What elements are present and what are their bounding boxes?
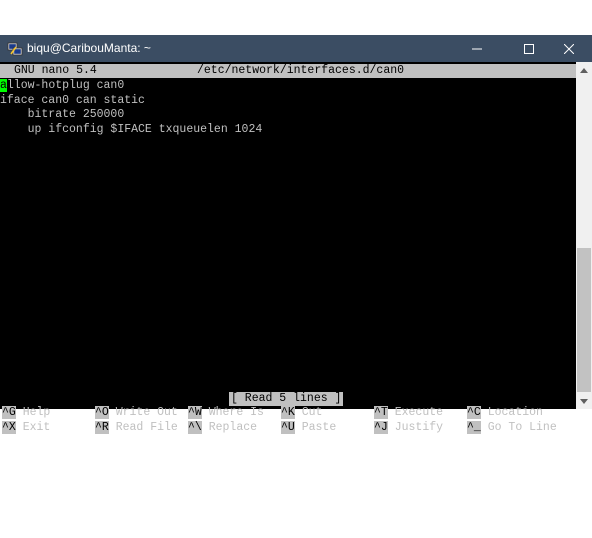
file-path: /etc/network/interfaces.d/can0 <box>197 64 405 77</box>
maximize-icon <box>524 43 534 54</box>
shortcut-write-out[interactable]: ^O Write Out <box>95 406 178 420</box>
shortcut-label: Justify <box>394 421 444 434</box>
terminal-area[interactable]: GNU nano 5.4 /etc/network/interfaces.d/c… <box>0 62 576 434</box>
nano-version: GNU nano 5.4 <box>14 64 97 77</box>
shortcut-read-file[interactable]: ^R Read File <box>95 421 178 435</box>
shortcut-go-to-line[interactable]: ^_ Go To Line <box>467 421 557 435</box>
shortcut-exit[interactable]: ^X Exit <box>2 421 50 435</box>
shortcut-label: Location <box>487 406 543 419</box>
terminal-window: biqu@CaribouManta: ~ GNU nano 5.4 /etc/n… <box>0 35 592 434</box>
shortcut-help[interactable]: ^G Help <box>2 406 50 420</box>
arrow-up-icon <box>580 67 588 73</box>
shortcut-label: Paste <box>301 421 337 434</box>
shortcut-key: ^T <box>374 406 388 419</box>
putty-icon[interactable] <box>7 41 23 57</box>
file-line-4[interactable]: up ifconfig $IFACE txqueuelen 1024 <box>0 123 263 138</box>
shortcut-justify[interactable]: ^J Justify <box>374 421 443 435</box>
file-line-1[interactable]: allow-hotplug can0 <box>0 79 124 94</box>
shortcut-cut[interactable]: ^K Cut <box>281 406 322 420</box>
file-line-3[interactable]: bitrate 250000 <box>0 108 125 123</box>
close-button[interactable] <box>546 35 592 62</box>
shortcut-label: Execute <box>394 406 444 419</box>
shortcut-key: ^X <box>2 421 16 434</box>
shortcut-where-is[interactable]: ^W Where Is <box>188 406 264 420</box>
close-icon <box>564 43 574 54</box>
shortcut-key: ^W <box>188 406 202 419</box>
minimize-button[interactable] <box>454 35 500 62</box>
shortcut-key: ^C <box>467 406 481 419</box>
shortcut-label: Write Out <box>115 406 178 419</box>
shortcut-label: Exit <box>22 421 51 434</box>
shortcut-key: ^O <box>95 406 109 419</box>
window-title: biqu@CaribouManta: ~ <box>27 41 151 55</box>
shortcut-replace[interactable]: ^\ Replace <box>188 421 257 435</box>
shortcut-key: ^R <box>95 421 109 434</box>
title-bar[interactable]: biqu@CaribouManta: ~ <box>0 35 592 62</box>
scroll-up-button[interactable] <box>576 62 592 78</box>
shortcut-label: Replace <box>208 421 258 434</box>
shortcut-label: Go To Line <box>487 421 557 434</box>
vertical-scrollbar[interactable] <box>576 62 592 409</box>
shortcut-execute[interactable]: ^T Execute <box>374 406 443 420</box>
file-line-1-text: llow-hotplug can0 <box>6 79 125 92</box>
shortcut-label: Read File <box>115 421 178 434</box>
text-cursor: a <box>0 79 7 92</box>
scrollbar-thumb[interactable] <box>577 248 591 392</box>
shortcut-key: ^G <box>2 406 16 419</box>
shortcut-key: ^K <box>281 406 295 419</box>
shortcut-key: ^\ <box>188 421 202 434</box>
shortcut-label: Cut <box>301 406 323 419</box>
shortcut-row-2: ^X Exit ^R Read File ^\ Replace ^U Paste… <box>0 421 557 435</box>
status-message: [ Read 5 lines ] <box>229 392 344 406</box>
arrow-down-icon <box>580 398 588 404</box>
shortcut-location[interactable]: ^C Location <box>467 406 543 420</box>
shortcut-key: ^_ <box>467 421 481 434</box>
shortcut-key: ^J <box>374 421 388 434</box>
shortcut-row-1: ^G Help ^O Write Out ^W Where Is ^K Cut … <box>0 406 543 420</box>
shortcut-key: ^U <box>281 421 295 434</box>
nano-header: GNU nano 5.4 /etc/network/interfaces.d/c… <box>0 64 576 78</box>
shortcut-label: Help <box>22 406 51 419</box>
shortcut-paste[interactable]: ^U Paste <box>281 421 336 435</box>
shortcut-label: Where Is <box>208 406 264 419</box>
minimize-icon <box>472 48 482 49</box>
file-line-2[interactable]: iface can0 can static <box>0 94 145 109</box>
scroll-down-button[interactable] <box>576 393 592 409</box>
